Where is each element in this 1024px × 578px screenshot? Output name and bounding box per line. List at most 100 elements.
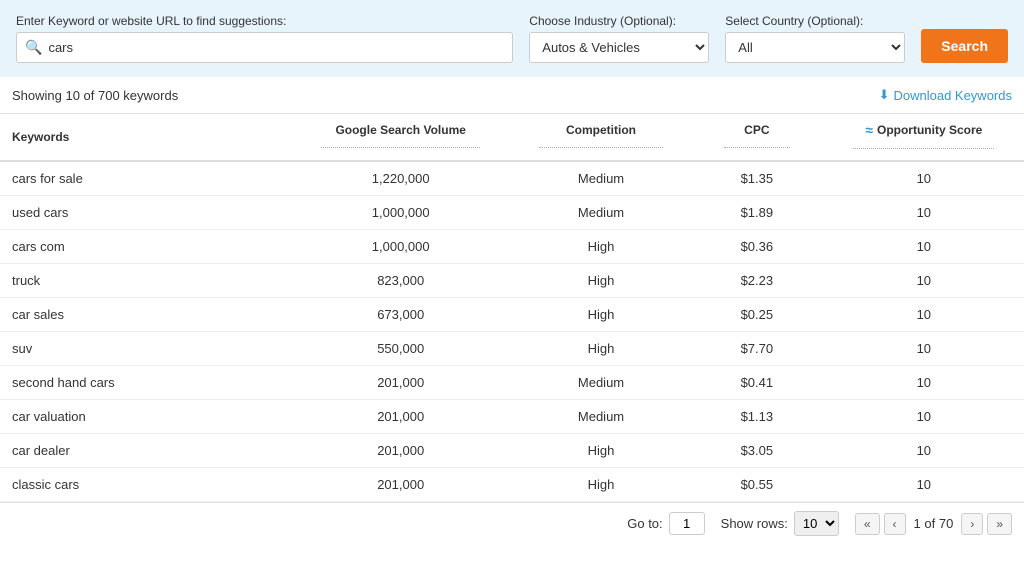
cell-competition: Medium xyxy=(512,400,690,434)
table-body: cars for sale 1,220,000 Medium $1.35 10 … xyxy=(0,161,1024,502)
download-keywords-link[interactable]: ⬇ Download Keywords xyxy=(879,87,1012,103)
col-header-keyword: Keywords xyxy=(0,114,289,161)
competition-dotted xyxy=(539,147,662,148)
footer-bar: Go to: Show rows: 5 10 25 50 « ‹ 1 of 70… xyxy=(0,502,1024,544)
showing-count: Showing 10 of 700 keywords xyxy=(12,88,178,103)
table-row: used cars 1,000,000 Medium $1.89 10 xyxy=(0,196,1024,230)
table-row: classic cars 201,000 High $0.55 10 xyxy=(0,468,1024,502)
cell-cpc: $1.89 xyxy=(690,196,824,230)
keyword-field-group: Enter Keyword or website URL to find sug… xyxy=(16,14,513,63)
col-header-cpc: CPC xyxy=(690,114,824,161)
cell-keyword: truck xyxy=(0,264,289,298)
search-button[interactable]: Search xyxy=(921,29,1008,63)
cell-volume: 201,000 xyxy=(289,366,512,400)
cell-competition: High xyxy=(512,264,690,298)
table-row: car valuation 201,000 Medium $1.13 10 xyxy=(0,400,1024,434)
keywords-table: Keywords Google Search Volume Competitio… xyxy=(0,114,1024,502)
cell-cpc: $1.13 xyxy=(690,400,824,434)
cell-opportunity: 10 xyxy=(824,434,1024,468)
industry-select[interactable]: Autos & Vehicles All Industries Business… xyxy=(529,32,709,63)
cell-competition: Medium xyxy=(512,366,690,400)
cell-cpc: $7.70 xyxy=(690,332,824,366)
cell-volume: 1,000,000 xyxy=(289,196,512,230)
page-info: 1 of 70 xyxy=(910,516,958,531)
cell-opportunity: 10 xyxy=(824,264,1024,298)
cell-competition: Medium xyxy=(512,161,690,196)
cell-competition: High xyxy=(512,230,690,264)
prev-page-button[interactable]: ‹ xyxy=(884,513,906,535)
cell-volume: 550,000 xyxy=(289,332,512,366)
cell-opportunity: 10 xyxy=(824,161,1024,196)
search-icon: 🔍 xyxy=(25,39,42,56)
col-header-competition: Competition xyxy=(512,114,690,161)
opportunity-icon: ≈ xyxy=(865,122,873,138)
cell-keyword: cars for sale xyxy=(0,161,289,196)
toolbar: Showing 10 of 700 keywords ⬇ Download Ke… xyxy=(0,77,1024,114)
cell-volume: 823,000 xyxy=(289,264,512,298)
goto-label: Go to: xyxy=(627,516,662,531)
cell-cpc: $2.23 xyxy=(690,264,824,298)
download-label: Download Keywords xyxy=(893,88,1012,103)
keyword-label: Enter Keyword or website URL to find sug… xyxy=(16,14,513,28)
country-select[interactable]: All United States United Kingdom Canada … xyxy=(725,32,905,63)
cell-cpc: $0.55 xyxy=(690,468,824,502)
cell-volume: 201,000 xyxy=(289,400,512,434)
cell-keyword: classic cars xyxy=(0,468,289,502)
cell-keyword: used cars xyxy=(0,196,289,230)
cell-volume: 673,000 xyxy=(289,298,512,332)
cell-opportunity: 10 xyxy=(824,400,1024,434)
cell-keyword: second hand cars xyxy=(0,366,289,400)
cell-keyword: suv xyxy=(0,332,289,366)
cell-cpc: $1.35 xyxy=(690,161,824,196)
table-row: cars for sale 1,220,000 Medium $1.35 10 xyxy=(0,161,1024,196)
table-row: truck 823,000 High $2.23 10 xyxy=(0,264,1024,298)
country-group: Select Country (Optional): All United St… xyxy=(725,14,905,63)
cell-opportunity: 10 xyxy=(824,468,1024,502)
cell-cpc: $0.25 xyxy=(690,298,824,332)
col-header-volume: Google Search Volume xyxy=(289,114,512,161)
cell-cpc: $0.41 xyxy=(690,366,824,400)
cell-keyword: car valuation xyxy=(0,400,289,434)
country-label: Select Country (Optional): xyxy=(725,14,905,28)
cell-competition: Medium xyxy=(512,196,690,230)
cell-volume: 1,220,000 xyxy=(289,161,512,196)
table-row: car sales 673,000 High $0.25 10 xyxy=(0,298,1024,332)
cell-keyword: cars com xyxy=(0,230,289,264)
cell-competition: High xyxy=(512,434,690,468)
cell-keyword: car dealer xyxy=(0,434,289,468)
cell-keyword: car sales xyxy=(0,298,289,332)
last-page-button[interactable]: » xyxy=(987,513,1012,535)
cell-opportunity: 10 xyxy=(824,230,1024,264)
cell-opportunity: 10 xyxy=(824,332,1024,366)
cell-volume: 201,000 xyxy=(289,468,512,502)
search-input-wrap: 🔍 xyxy=(16,32,513,63)
search-bar: Enter Keyword or website URL to find sug… xyxy=(0,0,1024,77)
table-row: car dealer 201,000 High $3.05 10 xyxy=(0,434,1024,468)
search-input[interactable] xyxy=(48,40,504,55)
table-row: cars com 1,000,000 High $0.36 10 xyxy=(0,230,1024,264)
cell-cpc: $0.36 xyxy=(690,230,824,264)
cell-opportunity: 10 xyxy=(824,196,1024,230)
cell-volume: 201,000 xyxy=(289,434,512,468)
pagination-nav: « ‹ 1 of 70 › » xyxy=(855,513,1012,535)
volume-dotted xyxy=(321,147,480,148)
cell-opportunity: 10 xyxy=(824,366,1024,400)
cell-competition: High xyxy=(512,298,690,332)
industry-group: Choose Industry (Optional): Autos & Vehi… xyxy=(529,14,709,63)
cpc-dotted xyxy=(724,147,790,148)
show-rows-wrap: Show rows: 5 10 25 50 xyxy=(721,511,839,536)
cell-competition: High xyxy=(512,468,690,502)
table-header: Keywords Google Search Volume Competitio… xyxy=(0,114,1024,161)
show-rows-select[interactable]: 5 10 25 50 xyxy=(794,511,839,536)
table-row: suv 550,000 High $7.70 10 xyxy=(0,332,1024,366)
industry-label: Choose Industry (Optional): xyxy=(529,14,709,28)
show-rows-label: Show rows: xyxy=(721,516,788,531)
goto-input[interactable] xyxy=(669,512,705,535)
goto-wrap: Go to: xyxy=(627,512,704,535)
col-header-opportunity: ≈ Opportunity Score xyxy=(824,114,1024,161)
next-page-button[interactable]: › xyxy=(961,513,983,535)
cell-cpc: $3.05 xyxy=(690,434,824,468)
opp-dotted xyxy=(853,148,994,149)
first-page-button[interactable]: « xyxy=(855,513,880,535)
download-icon: ⬇ xyxy=(879,87,890,103)
